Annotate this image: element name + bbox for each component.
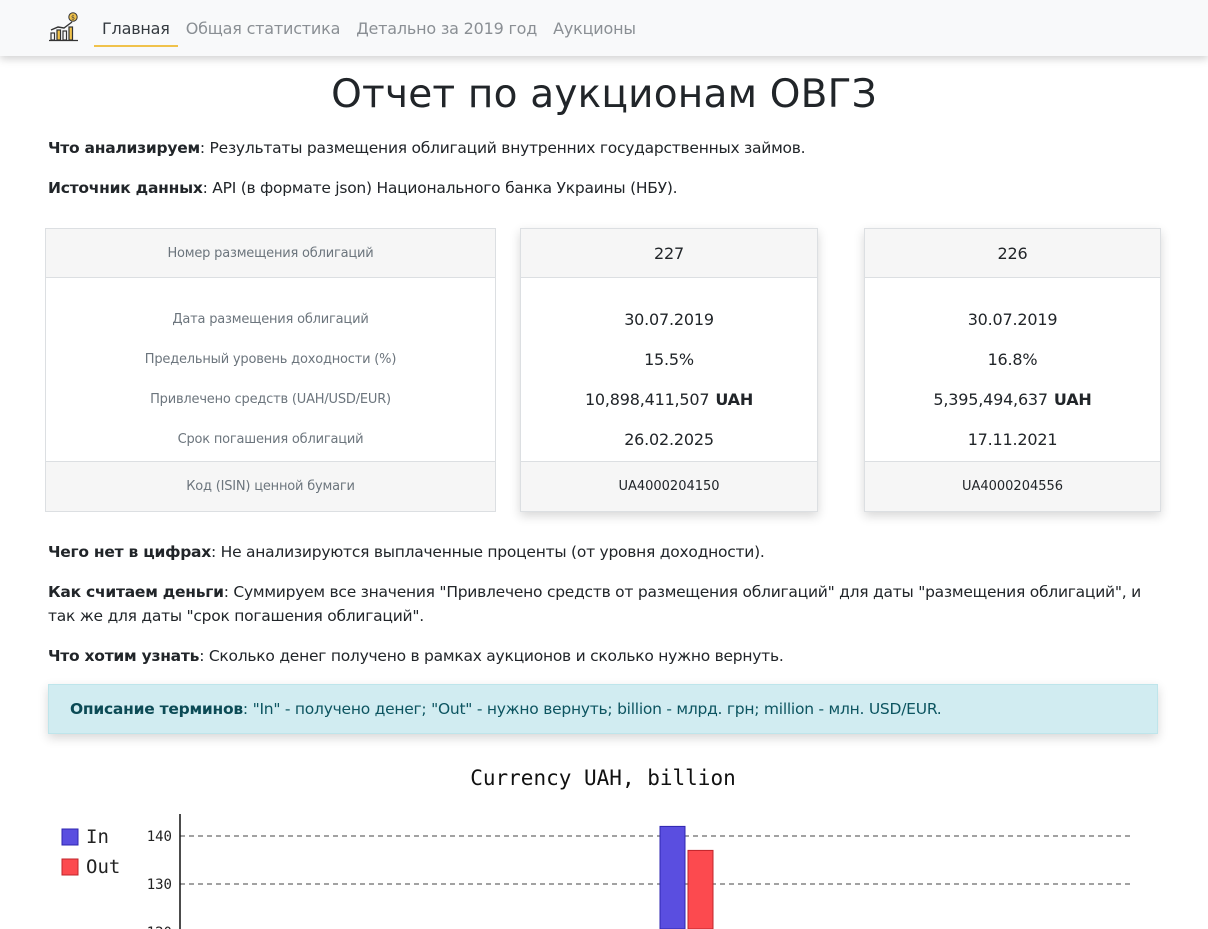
what-analyze-paragraph: Что анализируем: Результаты размещения о… (48, 136, 1168, 160)
chart-title: Currency UAH, billion (470, 766, 736, 790)
terms-label: Описание терминов (70, 700, 243, 718)
auction-card-footer: UA4000204150 (521, 461, 817, 511)
auction-maturity: 26.02.2025 (624, 429, 714, 449)
legend-swatch-out (61, 858, 79, 876)
what-analyze-label: Что анализируем (48, 139, 200, 157)
navbar: $ Главная Общая статистика Детально за 2… (0, 0, 1208, 56)
auction-maturity: 17.11.2021 (967, 429, 1058, 449)
method-label: Как считаем деньги (48, 583, 224, 601)
legend-label-out: Out (86, 856, 120, 878)
auction-number: 226 (997, 243, 1028, 263)
goal-text: : Сколько денег получено в рамках аукцио… (199, 647, 784, 665)
row-label-maturity: Срок погашения облигаций (177, 431, 364, 447)
nav-link-details-2019[interactable]: Детально за 2019 год (348, 0, 545, 56)
amount-value: 5,395,494,637 (933, 389, 1048, 409)
y-tick-label: 140 (147, 829, 172, 845)
missing-text: : Не анализируются выплаченные проценты … (211, 543, 765, 561)
auction-card-footer: UA4000204556 (865, 461, 1160, 511)
what-analyze-text: : Результаты размещения облигаций внутре… (199, 139, 806, 157)
page-title: Отчет по аукционам ОВГЗ (331, 72, 877, 117)
terms-text: : "In" - получено денег; "Out" - нужно в… (242, 700, 942, 718)
auction-isin: UA4000204556 (961, 479, 1064, 494)
labels-card: Номер размещения облигаций Дата размещен… (45, 228, 496, 512)
y-tick-label: 130 (147, 877, 172, 893)
bar-chart: 140 130 120 In Out (61, 814, 1130, 929)
method-paragraph: Как считаем деньги: Суммируем все значен… (48, 580, 1164, 628)
row-label-yield: Предельный уровень доходности (%) (144, 351, 397, 367)
labels-card-footer: Код (ISIN) ценной бумаги (46, 461, 495, 511)
legend-label-in: In (86, 826, 109, 848)
labels-card-header: Номер размещения облигаций (46, 229, 495, 278)
auction-card: 226 30.07.2019 16.8% 5,395,494,637 UAH 17… (864, 228, 1161, 512)
row-label-amount: Привлечено средств (UAH/USD/EUR) (150, 391, 391, 407)
goal-paragraph: Что хотим узнать: Сколько денег получено… (48, 644, 1168, 668)
footer-label: Код (ISIN) ценной бумаги (186, 479, 355, 494)
auction-date: 30.07.2019 (624, 309, 714, 329)
amount-currency: UAH (715, 389, 754, 409)
header-label: Номер размещения облигаций (167, 245, 374, 261)
data-source-paragraph: Источник данных: API (в формате json) На… (48, 176, 1168, 200)
amount-currency: UAH (1053, 389, 1092, 409)
nav-link-general-stats[interactable]: Общая статистика (178, 0, 348, 56)
auction-number: 227 (654, 243, 684, 263)
nav-link-auctions[interactable]: Аукционы (545, 0, 644, 56)
legend-swatch-in (61, 828, 79, 846)
nav-link-home[interactable]: Главная (94, 0, 178, 56)
missing-paragraph: Чего нет в цифрах: Не анализируются выпл… (48, 540, 1168, 564)
goal-label: Что хотим узнать (48, 647, 200, 665)
bar-in (659, 825, 686, 929)
terms-alert: Описание терминов: "In" - получено денег… (48, 684, 1158, 734)
y-tick-label: 120 (147, 925, 172, 929)
nav-links: Главная Общая статистика Детально за 201… (94, 0, 644, 56)
auction-card: 227 30.07.2019 15.5% 10,898,411,507 UAH 2… (520, 228, 818, 512)
auction-card-header: 226 (865, 229, 1160, 278)
row-label-date: Дата размещения облигаций (172, 311, 369, 327)
auction-isin: UA4000204150 (618, 479, 720, 494)
amount-value: 10,898,411,507 (584, 389, 710, 409)
data-source-text: : API (в формате json) Национального бан… (202, 179, 678, 197)
auction-date: 30.07.2019 (967, 309, 1058, 329)
bar-out (687, 849, 714, 929)
auction-yield: 16.8% (987, 349, 1038, 369)
data-source-label: Источник данных (48, 179, 203, 197)
missing-label: Чего нет в цифрах (48, 543, 212, 561)
auction-amount: 10,898,411,507 UAH (585, 390, 753, 409)
auction-amount: 5,395,494,637 UAH (933, 390, 1091, 409)
auction-card-header: 227 (521, 229, 817, 278)
auction-yield: 15.5% (644, 349, 694, 369)
growth-chart-logo-icon[interactable]: $ (48, 12, 80, 42)
svg-text:$: $ (71, 15, 75, 22)
